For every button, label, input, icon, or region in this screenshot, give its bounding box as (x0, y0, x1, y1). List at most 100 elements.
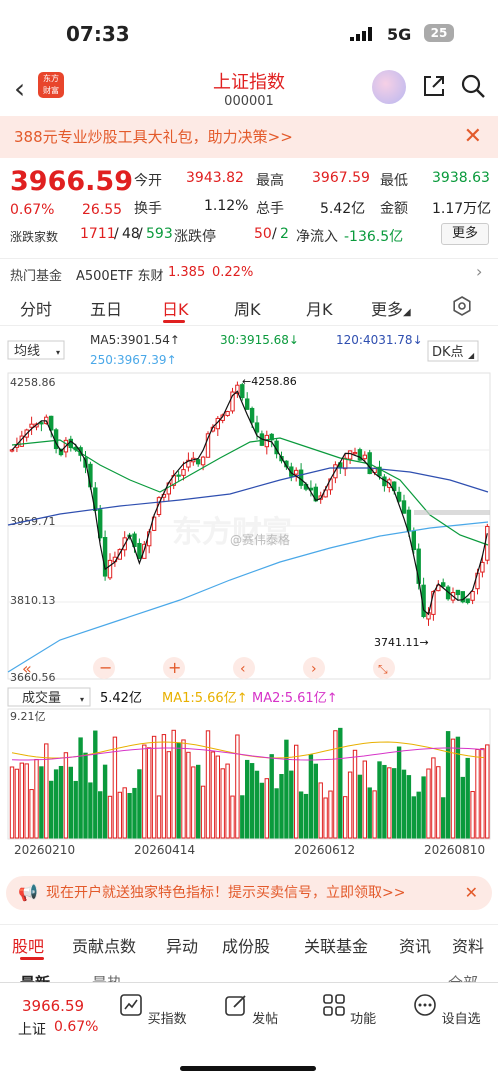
volume-bar (73, 780, 78, 839)
close-icon[interactable]: ✕ (465, 876, 478, 910)
volume-bar (200, 785, 206, 839)
share-icon[interactable] (421, 73, 447, 99)
price-level-bar (414, 510, 490, 515)
volume-bar (215, 755, 221, 839)
more-button[interactable]: 更多 (441, 223, 489, 245)
volume-bar (210, 751, 216, 839)
volume-bar (347, 771, 353, 839)
volume-max-label: 9.21亿 (10, 710, 46, 723)
volume-bar (269, 754, 274, 839)
volume-ma2-line (11, 747, 485, 761)
tab-forum[interactable]: 股吧 (12, 933, 44, 957)
post-button[interactable]: 发帖 (216, 993, 286, 1027)
volume-bar (333, 730, 338, 839)
volume-bar (284, 739, 289, 839)
close-icon[interactable]: ✕ (464, 116, 482, 158)
volume-bar (102, 764, 108, 839)
candle (411, 530, 417, 551)
change-value: 26.55 (82, 202, 123, 218)
candle (107, 559, 113, 579)
volume-bar (235, 734, 240, 839)
fund-price: 1.385 (168, 265, 206, 280)
candle (298, 469, 304, 486)
triangle-down-icon: ▾ (56, 348, 60, 357)
candle (176, 474, 181, 477)
volume-bar (387, 767, 392, 839)
volume-bar (161, 734, 167, 839)
kline-chart[interactable]: 均线 ▾ MA5:3901.54↑ 30:3915.68↓ 120:4031.7… (0, 330, 498, 860)
chevron-left-icon: ‹ (240, 661, 246, 677)
hot-fund-row[interactable]: 热门基金 A500ETF 东财 1.385 0.22% › (0, 258, 498, 286)
open-value: 3943.82 (186, 170, 244, 186)
volume-bar (225, 763, 230, 839)
search-icon[interactable] (460, 73, 486, 99)
tab-constituents[interactable]: 成份股 (222, 933, 270, 957)
bottom-price: 3966.59 (22, 997, 85, 1015)
volume-bar (328, 790, 333, 839)
volume-bar (191, 766, 196, 839)
settings-icon[interactable] (452, 296, 472, 316)
tab-intraday[interactable]: 分时 (20, 296, 52, 320)
watermark-handle: @赛伟泰格 (230, 532, 290, 547)
volume-bar (98, 791, 103, 839)
change-pct: 0.67% (10, 202, 55, 218)
tab-profile[interactable]: 资料 (452, 933, 484, 957)
zoom-out-all-icon[interactable]: « (22, 659, 32, 678)
quote-panel: 3966.59 0.67% 26.55 涨跌家数 今开 3943.82 最高 3… (10, 166, 492, 245)
functions-button[interactable]: 功能 (314, 993, 384, 1027)
tab-monthly[interactable]: 月K (306, 296, 333, 320)
volume-bar (49, 780, 54, 839)
tab-contribution[interactable]: 贡献点数 (72, 933, 136, 957)
candlestick-series (9, 381, 490, 626)
high-label: 最高 (256, 173, 284, 189)
limit-down: 2 (280, 226, 289, 242)
volume-bar (171, 729, 176, 839)
high-marker: ←4258.86 (242, 375, 297, 388)
volume-bar (78, 737, 83, 839)
volume-bar (9, 766, 15, 839)
volume-bar (14, 768, 20, 839)
chevron-right-icon: › (476, 262, 483, 281)
volume-bar (318, 782, 323, 839)
volume-bar (436, 766, 441, 839)
status-bar: 07:33 5G 25 (0, 0, 498, 62)
assistant-avatar[interactable] (372, 70, 406, 104)
volume-bar (450, 738, 456, 839)
candle (294, 469, 299, 475)
volume-bar (289, 770, 294, 839)
promo-banner[interactable]: 388元专业炒股工具大礼包，助力决策>> ✕ (0, 116, 498, 158)
tab-news[interactable]: 资讯 (399, 933, 431, 957)
volume-bar (485, 744, 490, 839)
buy-index-button[interactable]: 买指数 (118, 993, 188, 1027)
candle (225, 411, 230, 416)
tab-weekly[interactable]: 周K (234, 296, 261, 320)
volume-bar (53, 769, 59, 839)
volume-bar (343, 796, 348, 839)
tab-related-funds[interactable]: 关联基金 (304, 933, 368, 957)
volume-ma2: MA2:5.61亿↑ (252, 691, 338, 706)
volume-bar (132, 787, 137, 839)
active-tab-indicator (20, 957, 44, 960)
status-time: 07:33 (66, 22, 130, 46)
tab-daily[interactable]: 日K (162, 296, 189, 320)
signup-ad-bar[interactable]: 📢 现在开户就送独家特色指标！提示买卖信号，立即领取>> ✕ (6, 876, 492, 910)
high-marker-value: 4258.86 (251, 375, 297, 388)
tab-more[interactable]: 更多◢ (371, 296, 411, 320)
y-tick-low2: 3810.13 (10, 594, 56, 607)
ma250-label: 250:3967.39↑ (90, 353, 177, 367)
tab-five-day[interactable]: 五日 (90, 296, 122, 320)
tab-movement[interactable]: 异动 (166, 933, 198, 957)
triangle-down-icon: ◢ (403, 307, 411, 318)
up-count: 1711 (80, 226, 116, 242)
volume-bar (431, 757, 436, 839)
network-type: 5G (387, 25, 412, 44)
tab-more-label: 更多 (371, 300, 404, 319)
candle (245, 398, 250, 410)
volume-bar (186, 751, 191, 839)
add-watchlist-button[interactable]: 设自选 (412, 993, 482, 1027)
battery-icon: 25 (424, 24, 454, 42)
volume-bar (39, 766, 44, 839)
volume-bar (181, 739, 186, 839)
candle (480, 561, 485, 573)
volume-bar (24, 763, 29, 839)
